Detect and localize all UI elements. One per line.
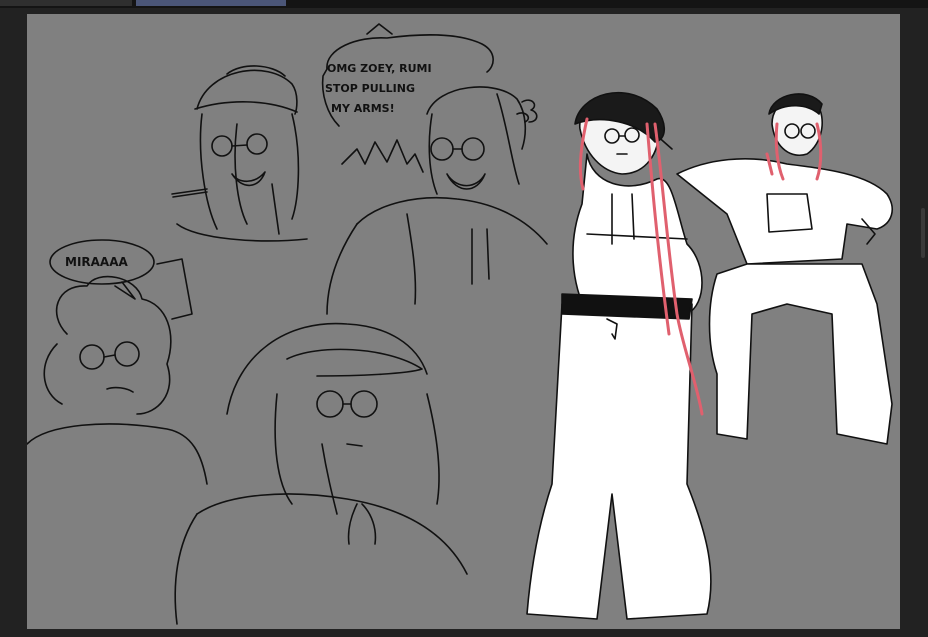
document-tab-active[interactable]: [136, 0, 286, 6]
right-scroll-region: [900, 8, 928, 637]
shout-zigzag: [341, 139, 424, 173]
vertical-scrollbar-thumb[interactable]: [921, 208, 925, 258]
drawing-canvas[interactable]: OMG ZOEY, RUMI STOP PULLING MY ARMS! MIR…: [27, 14, 900, 629]
speech-bubble-left-text: MIRAAAA: [65, 255, 129, 269]
document-tab-bar: [0, 0, 928, 8]
sketch-character-cap: [171, 65, 308, 242]
document-tab[interactable]: [0, 0, 132, 6]
sketch-character-hooded: [174, 322, 468, 625]
sketch-character-curly: [27, 239, 208, 485]
character-sitting: [676, 93, 893, 445]
sketch-character-laughing: [326, 86, 548, 315]
speech-bubble-top-line-2: STOP PULLING: [325, 82, 415, 95]
speech-bubble-top-line-3: MY ARMS!: [331, 102, 395, 115]
drawing-app-window: OMG ZOEY, RUMI STOP PULLING MY ARMS! MIR…: [0, 0, 928, 637]
sketch-artwork: OMG ZOEY, RUMI STOP PULLING MY ARMS! MIR…: [27, 23, 893, 625]
speech-bubble-top-line-1: OMG ZOEY, RUMI: [327, 62, 432, 75]
